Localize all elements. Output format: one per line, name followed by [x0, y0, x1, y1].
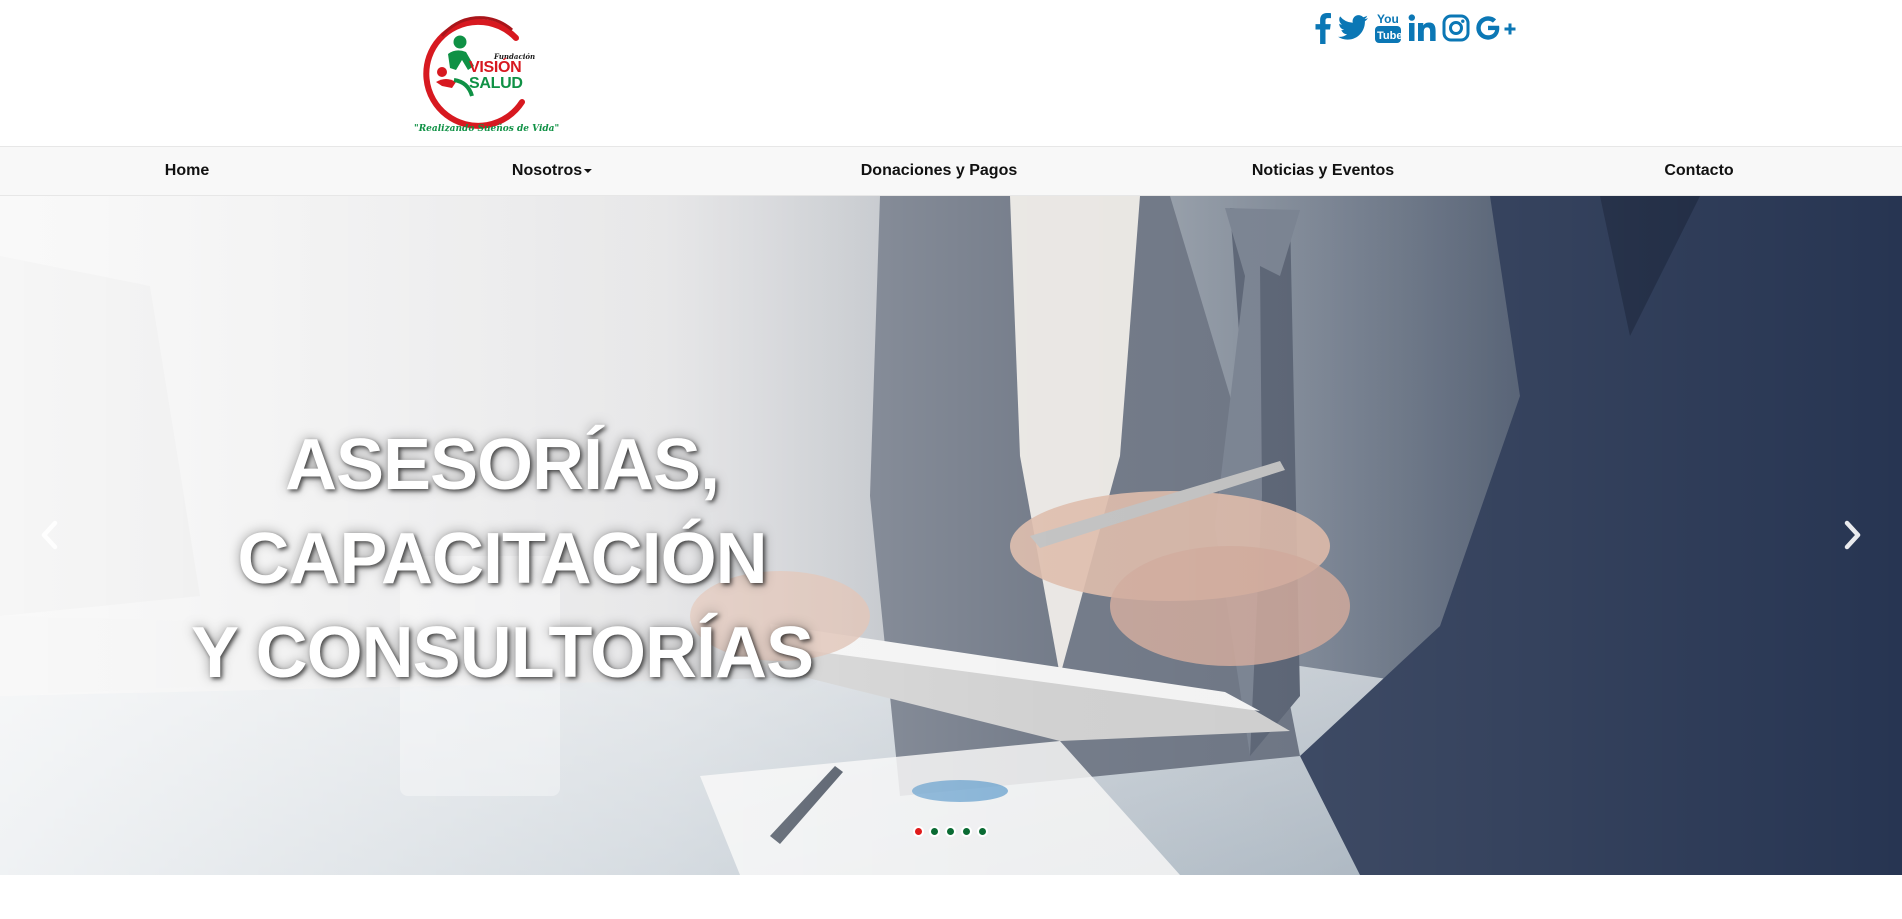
carousel-indicator-3[interactable]: [945, 826, 956, 837]
carousel-indicator-2[interactable]: [929, 826, 940, 837]
logo-name-bottom: SALUD: [469, 75, 523, 92]
nav-item-label: Nosotros: [511, 162, 583, 179]
carousel-indicator-5[interactable]: [977, 826, 988, 837]
carousel-indicator-4[interactable]: [961, 826, 972, 837]
svg-text:Tube: Tube: [1377, 30, 1402, 42]
youtube-icon[interactable]: You Tube: [1373, 9, 1403, 47]
nav-item-nosotros[interactable]: Nosotros: [511, 147, 593, 195]
slide-heading-line-1: ASESORÍAS, CAPACITACIÓN: [237, 425, 767, 599]
logo-tagline: "Realizando Sueños de Vida": [414, 124, 560, 134]
slide-heading: ASESORÍAS, CAPACITACIÓN Y CONSULTORÍAS: [32, 418, 972, 700]
instagram-icon[interactable]: [1441, 9, 1471, 47]
nav-item-contacto[interactable]: Contacto: [1664, 147, 1733, 195]
carousel-next-button[interactable]: [1828, 510, 1878, 560]
chevron-left-icon: [41, 520, 58, 550]
chevron-right-icon: [1844, 520, 1861, 550]
google-plus-icon[interactable]: [1475, 9, 1517, 47]
nav-item-label: Contacto: [1664, 162, 1734, 179]
main-navigation: Home Nosotros Donaciones y Pagos Noticia…: [0, 146, 1902, 196]
svg-text:You: You: [1377, 12, 1399, 26]
caret-down-icon: [584, 168, 593, 173]
twitter-icon[interactable]: [1337, 9, 1369, 47]
carousel-indicators: [913, 826, 988, 837]
hero-carousel: ASESORÍAS, CAPACITACIÓN Y CONSULTORÍAS: [0, 196, 1902, 875]
site-logo[interactable]: Fundación VISIÓN SALUD "Realizando Sueño…: [412, 8, 559, 140]
nav-item-label: Home: [164, 162, 210, 179]
nav-item-donaciones-y-pagos[interactable]: Donaciones y Pagos: [861, 147, 1018, 195]
nav-item-home[interactable]: Home: [165, 147, 209, 195]
nav-item-label: Noticias y Eventos: [1251, 162, 1395, 179]
page-content-area: [0, 875, 1902, 919]
nav-item-noticias-y-eventos[interactable]: Noticias y Eventos: [1252, 147, 1394, 195]
nav-item-label: Donaciones y Pagos: [860, 162, 1018, 179]
site-header: Fundación VISIÓN SALUD "Realizando Sueño…: [0, 0, 1902, 146]
slide-heading-line-2: Y CONSULTORÍAS: [190, 613, 814, 693]
facebook-icon[interactable]: [1313, 9, 1333, 47]
carousel-prev-button[interactable]: [24, 510, 74, 560]
linkedin-icon[interactable]: [1407, 9, 1437, 47]
carousel-indicator-1[interactable]: [913, 826, 924, 837]
social-links: You Tube: [1313, 8, 1517, 48]
